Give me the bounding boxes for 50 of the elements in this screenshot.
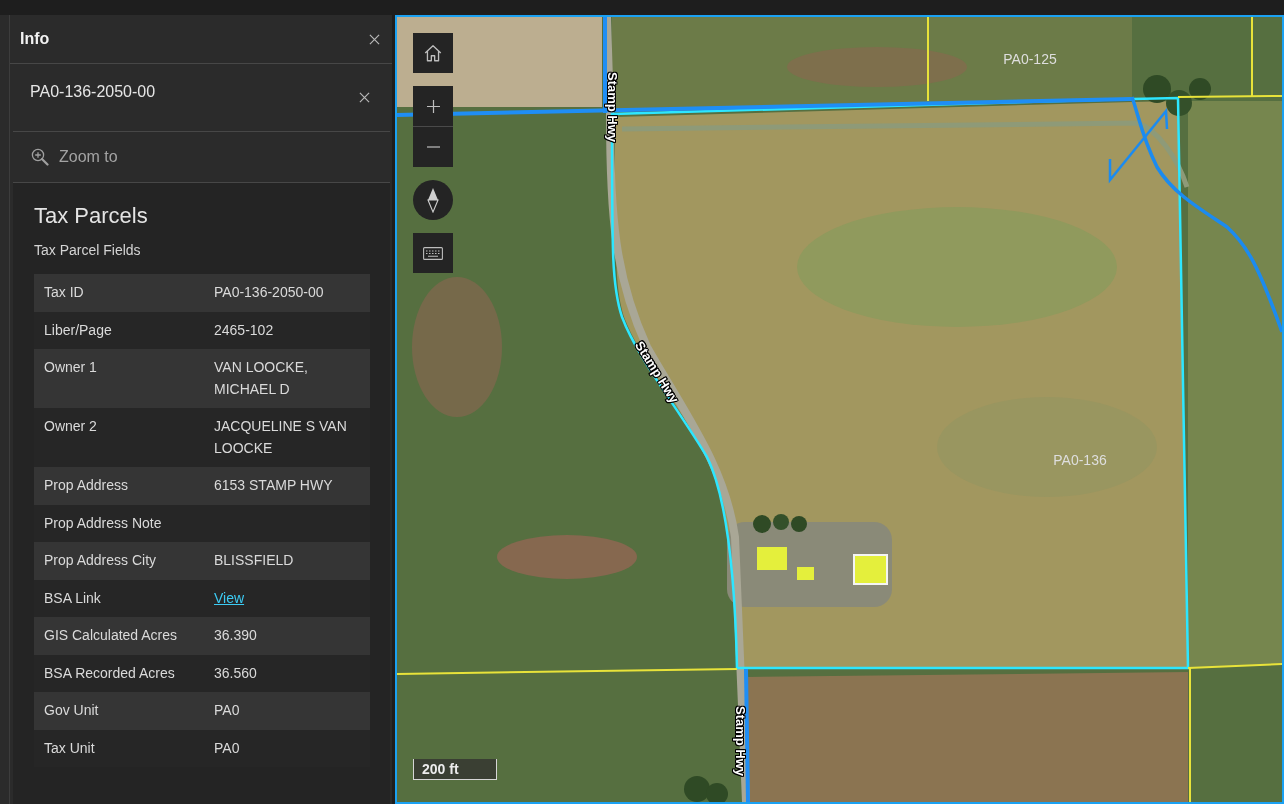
field-value-cell-text: PA0-136-2050-00 [213,283,325,302]
keyboard-icon [423,246,443,260]
field-value-cell-text: 2465-102 [213,320,275,340]
layer-title: Tax Parcels [34,202,149,230]
zoom-to-button[interactable]: Zoom to [29,146,120,168]
tree-cluster [753,514,807,533]
field-link[interactable]: View [214,589,245,606]
plus-icon [426,99,440,113]
home-icon [423,43,443,63]
close-icon [359,92,370,103]
panel-title: Info [20,30,50,48]
field-value-cell-text: PA0 [213,701,241,720]
field-name-cell-text: Owner 1 [43,358,98,377]
field-value-cell-text: 6153 STAMP HWY [213,476,334,495]
close-icon [369,33,380,45]
field-name-cell-text: GIS Calculated Acres [43,626,179,645]
building-footprint [853,554,888,585]
field-name-cell-text: Gov Unit [43,701,100,720]
road-label: Stamp Hwy [732,705,748,777]
field-name-cell-text: Prop Address City [43,551,158,570]
scale-bar: 200 ft [413,759,497,780]
field-value-cell-text: VAN LOOCKE, MICHAEL D [213,358,309,399]
building-footprint [797,567,814,580]
parcel-label: PA0-136 [1053,452,1107,468]
compass-icon [427,187,439,213]
field-value-cell-text: 36.390 [213,626,258,645]
keyboard-button[interactable] [413,233,453,273]
field-name-cell-text: BSA Recorded Acres [43,663,176,683]
field-name-cell-text: Owner 2 [43,417,98,436]
field-name-cell-text: Tax ID [43,283,85,302]
home-button[interactable] [413,33,453,73]
field-value-cell-text: 36.560 [213,663,258,683]
layer-subtitle: Tax Parcel Fields [34,241,142,260]
tree-cluster [684,776,728,802]
minus-icon [426,146,440,148]
zoom-in-icon [31,148,49,166]
field-value-cell-text: BLISSFIELD [213,551,295,570]
road-label: Stamp Hwy [604,71,620,143]
field-name-cell-text: Prop Address Note [43,513,163,533]
field-name-cell-text: Tax Unit [43,738,96,758]
field-name-cell-text: BSA Link [43,588,102,608]
field-value-cell-text: JACQUELINE S VAN LOOCKE [213,417,348,458]
parcel-label: PA0-125 [1003,51,1057,67]
field-value-cell-text: PA0 [213,738,241,758]
field-name-cell-text: Prop Address [43,476,130,495]
tree-cluster [1143,75,1211,116]
field-name-cell-text: Liber/Page [43,320,113,340]
feature-title: PA0-136-2050-00 [30,83,156,101]
building-footprint [757,547,787,570]
close-button[interactable] [357,90,372,105]
